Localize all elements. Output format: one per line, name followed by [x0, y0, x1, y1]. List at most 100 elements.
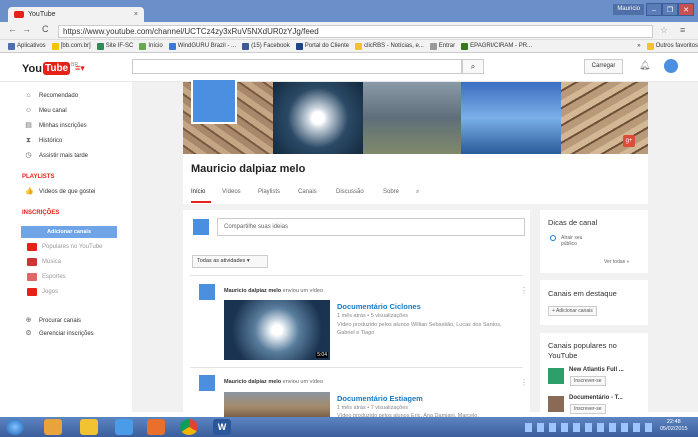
channel-search-icon[interactable]: ⌕ [416, 189, 419, 196]
popular-channel-name[interactable]: Documentário - T... [569, 395, 623, 401]
google-plus-icon[interactable]: g+ [623, 135, 635, 147]
window-user-label[interactable]: Mauricio [613, 4, 644, 15]
divider [190, 275, 523, 276]
channel-tab[interactable]: Playlists [258, 189, 280, 195]
subscription-item[interactable]: Jogos [27, 288, 58, 296]
subscription-item[interactable]: Esportes [27, 273, 66, 281]
clock-date: 05/02/2015 [660, 426, 688, 432]
subscription-item[interactable]: Música [27, 258, 61, 266]
youtube-logo[interactable]: You Tube BR [22, 62, 78, 75]
bookmark-item[interactable]: » [637, 43, 640, 49]
sidebar-bottom-item[interactable]: ⚙ Gerenciar inscrições [25, 330, 93, 337]
search-input[interactable] [132, 59, 462, 74]
logo-tube: Tube [42, 62, 71, 75]
browser-tab[interactable]: YouTube × [8, 7, 144, 22]
star-icon[interactable]: ☆ [660, 25, 668, 36]
bookmark-item[interactable]: Início [139, 42, 163, 50]
banner-tornado-image [363, 82, 461, 154]
bookmark-item[interactable]: Outros favoritos [646, 42, 698, 50]
firefox-icon[interactable] [147, 419, 165, 435]
channel-tab[interactable]: Vídeos [222, 189, 241, 195]
bookmark-item[interactable]: EPAGRI/CIRAM - PR... [461, 42, 532, 50]
search-button[interactable]: ⌕ [462, 59, 484, 74]
bookmark-item[interactable]: clicRBS - Notícias, e... [355, 42, 424, 50]
bookmark-item[interactable]: (15) Facebook [242, 42, 290, 50]
sidebar-item[interactable]: ☺ Meu canal [25, 107, 67, 114]
tips-item[interactable]: Atrair seu público [561, 235, 595, 247]
post-menu-icon[interactable]: ⋮ [520, 286, 528, 295]
channel-tab[interactable]: Canais [298, 189, 317, 195]
video-title[interactable]: Documentário Estiagem [337, 394, 423, 403]
bookmark-item[interactable]: Portal do Cliente [295, 42, 349, 50]
sidebar-item[interactable]: ⌂ Recomendado [25, 92, 78, 99]
subscription-item[interactable]: Populares no YouTube [27, 243, 103, 251]
guide-menu-icon[interactable]: ≡▾ [75, 63, 85, 74]
upload-button[interactable]: Carregar [584, 59, 623, 74]
bookmark-item[interactable]: Entrar [429, 42, 456, 50]
system-tray-icons[interactable] [525, 423, 653, 432]
channel-tab[interactable]: Início [191, 189, 205, 195]
banner-hurricane-image [273, 82, 363, 154]
channel-icon [27, 273, 37, 281]
chrome-icon[interactable] [180, 419, 198, 435]
add-featured-channels-button[interactable]: + Adicionar canais [548, 306, 597, 316]
add-channels-button[interactable]: Adicionar canais [21, 226, 117, 238]
sidebar-item[interactable]: ⧗ Histórico [25, 137, 62, 144]
sidebar-bottom-item[interactable]: ⊕ Procurar canais [25, 317, 81, 324]
start-button[interactable] [6, 419, 24, 435]
subscribe-button[interactable]: Inscrever-se [570, 376, 606, 386]
activity-filter-dropdown[interactable]: Todas as atividades ▾ [192, 255, 268, 268]
word-icon[interactable]: W [213, 419, 231, 435]
forward-button[interactable]: → [22, 24, 31, 34]
radio-icon[interactable] [550, 235, 556, 241]
menu-icon[interactable]: ≡ [680, 25, 685, 35]
browse-icon: ⊕ [25, 317, 32, 324]
video-title[interactable]: Documentário Ciclones [337, 302, 421, 311]
channel-thumbnail[interactable] [548, 396, 564, 412]
post-header: Mauricio dalpiaz melo enviou um vídeo [224, 379, 323, 385]
address-bar[interactable]: https://www.youtube.com/channel/UCTCz4zy… [58, 25, 653, 38]
popular-channel-name[interactable]: New Atlantis Full ... [569, 367, 624, 373]
sidebar-playlist-item[interactable]: 👍 Vídeos de que gostei [25, 188, 95, 195]
video-thumbnail[interactable]: 5:04 [224, 300, 330, 360]
tab-close-icon[interactable]: × [134, 11, 138, 18]
channel-avatar[interactable] [191, 78, 237, 124]
bookmark-label: Site IF-SC [105, 43, 134, 49]
subscribe-button[interactable]: Inscrever-se [570, 404, 606, 414]
bookmark-item[interactable]: Site IF-SC [96, 42, 134, 50]
post-author-avatar[interactable] [199, 284, 215, 300]
share-input[interactable]: Compartilhe suas ideias [217, 218, 525, 236]
back-button[interactable]: ← [8, 24, 17, 34]
notifications-bell-icon[interactable]: 🔔︎ [639, 60, 650, 71]
post-menu-icon[interactable]: ⋮ [520, 378, 528, 387]
see-all-link[interactable]: Ver todas » [604, 259, 629, 265]
tab-title: YouTube [28, 11, 56, 18]
channel-thumbnail[interactable] [548, 368, 564, 384]
video-thumbnail[interactable] [224, 392, 330, 417]
bookmark-item[interactable]: Aplicativos [8, 42, 46, 50]
subscriptions-icon: ▤ [25, 122, 32, 129]
bookmark-item[interactable]: [bb.com.br] [51, 42, 91, 50]
maximize-button[interactable]: ❐ [662, 3, 678, 16]
channel-tab[interactable]: Sobre [383, 189, 399, 195]
post-author[interactable]: Mauricio dalpiaz melo [224, 379, 281, 385]
subscriptions-heading: INSCRIÇÕES [22, 210, 60, 216]
bookmark-item[interactable]: WindGURU Brazil - ... [168, 42, 236, 50]
bookmark-icon [8, 42, 15, 50]
sidebar-item[interactable]: ◷ Assistir mais tarde [25, 152, 88, 159]
account-avatar[interactable] [664, 59, 678, 73]
close-window-button[interactable]: ✕ [678, 3, 694, 16]
ie-icon[interactable] [115, 419, 133, 435]
minimize-button[interactable]: – [646, 3, 662, 16]
channel-tab[interactable]: Discussão [336, 189, 364, 195]
bookmark-label: Entrar [438, 43, 456, 49]
taskbar-clock[interactable]: 22:48 05/02/2015 [660, 419, 688, 433]
explorer-icon[interactable] [80, 419, 98, 435]
post-author-avatar[interactable] [199, 375, 215, 391]
sidebar-item[interactable]: ▤ Minhas inscrições [25, 122, 87, 129]
youtube-favicon-icon [14, 11, 24, 18]
post-author[interactable]: Mauricio dalpiaz melo [224, 288, 281, 294]
reload-button[interactable]: C [42, 24, 49, 34]
media-player-icon[interactable] [44, 419, 62, 435]
tips-title: Dicas de canal [548, 218, 598, 227]
